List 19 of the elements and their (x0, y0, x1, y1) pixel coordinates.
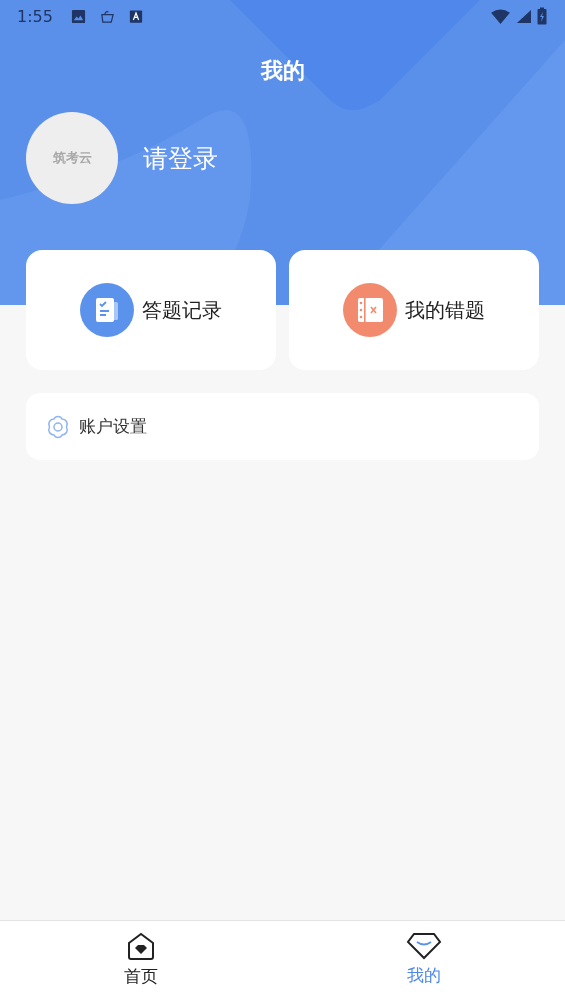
bag-icon (99, 8, 115, 24)
home-icon (126, 931, 157, 961)
diamond-icon (405, 932, 442, 960)
settings-row[interactable]: 账户设置 (26, 393, 539, 460)
page-title: 我的 (259, 57, 306, 85)
checklist-icon (80, 283, 134, 337)
signal-icon (516, 8, 531, 24)
wifi-icon (491, 8, 510, 24)
battery-icon (537, 7, 547, 25)
shortcut-card[interactable]: 答题记录 (26, 250, 276, 370)
nav-tab[interactable]: 我的 (282, 921, 565, 1004)
shortcut-card[interactable]: 我的错题 (289, 250, 539, 370)
notebook-icon (343, 283, 397, 337)
settings-icon (46, 414, 70, 439)
shortcut-label: 答题记录 (142, 296, 222, 324)
status-time: 1:55 (17, 6, 53, 26)
font-icon (128, 8, 143, 24)
shortcut-label: 我的错题 (405, 296, 485, 324)
nav-tab[interactable]: 首页 (0, 921, 283, 1004)
